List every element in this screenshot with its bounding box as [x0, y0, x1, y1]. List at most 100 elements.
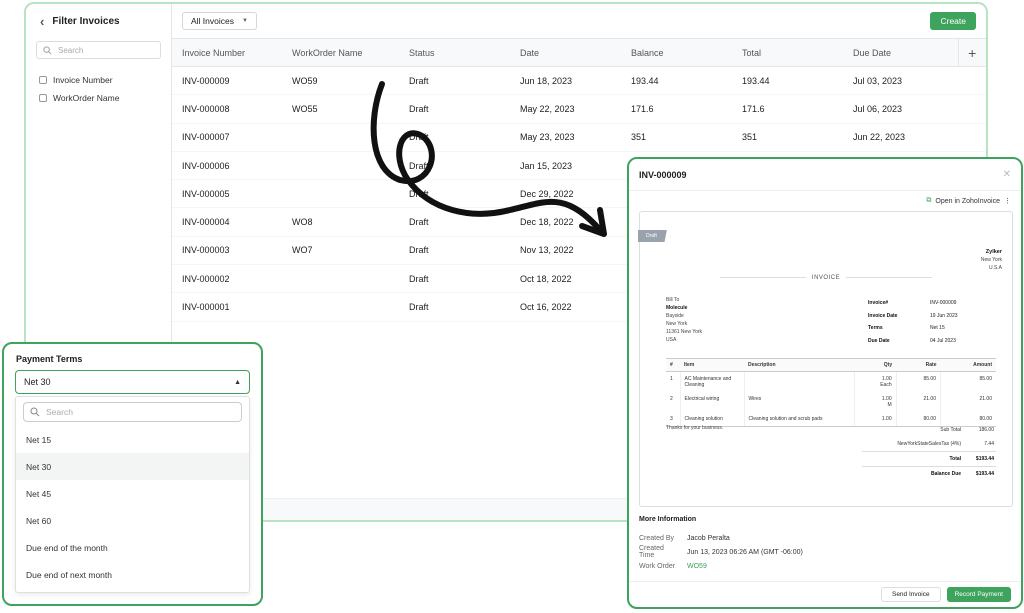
created-by-value: Jacob Peralta	[687, 534, 730, 542]
workorder-cell	[282, 151, 399, 181]
bill-to-label: Bill To	[666, 297, 680, 303]
column-header[interactable]: Invoice Number	[172, 38, 282, 67]
status-cell: Draft	[399, 94, 510, 124]
total-cell: 171.6	[732, 94, 843, 124]
status-cell: Draft	[399, 264, 510, 294]
org-city: New York	[980, 257, 1002, 263]
line-item: Electrical wiring	[679, 392, 744, 412]
total-cell: 351	[732, 123, 843, 152]
created-time-label: Created Time	[639, 545, 664, 559]
line-desc	[743, 371, 854, 392]
total-key: Balance Due	[862, 466, 964, 481]
invoice-number-cell: INV-000009	[172, 66, 282, 96]
row-spacer	[958, 123, 986, 152]
checkbox[interactable]	[39, 76, 47, 84]
meta-key: Terms	[868, 325, 883, 331]
line-col-header: Item	[680, 358, 744, 372]
record-payment-button[interactable]: Record Payment	[946, 587, 1011, 602]
work-order-link[interactable]: WO59	[687, 563, 707, 570]
table-row[interactable]: INV-000007 Draft May 23, 2023 351 351 Jun 22,…	[172, 123, 986, 152]
workorder-cell: WO55	[282, 94, 399, 124]
invoice-number-cell: INV-000004	[172, 207, 282, 237]
document-label-text: INVOICE	[811, 275, 841, 281]
meta-key: Due Date	[868, 337, 890, 344]
total-value: $193.44	[963, 466, 996, 481]
payment-term-option[interactable]: Net 60	[16, 507, 249, 534]
payment-terms-card: Payment Terms Net 30 ▲ Search Net 15 Net…	[2, 342, 263, 606]
total-key: Total	[862, 451, 964, 467]
status-ribbon: Draft	[638, 230, 667, 242]
row-spacer	[958, 66, 986, 96]
line-desc: Wires	[743, 392, 854, 412]
filter-option-workorder-name[interactable]: WorkOrder Name	[26, 89, 171, 107]
column-header[interactable]: Total	[732, 38, 843, 67]
more-options-icon[interactable]: ⋮	[1004, 197, 1011, 205]
bill-to-name: Molecule	[666, 305, 688, 311]
line-items-header: # Item Description Qty Rate Amount	[666, 358, 996, 372]
workorder-cell: WO59	[282, 66, 399, 96]
document-label: INVOICE	[640, 275, 1012, 281]
invoice-number-cell: INV-000001	[172, 292, 282, 322]
created-by-label: Created By	[639, 534, 675, 542]
view-dropdown[interactable]: All Invoices ▼	[182, 12, 257, 30]
search-icon	[30, 407, 40, 417]
balance-cell: 351	[621, 123, 732, 152]
balance-cell: 193.44	[621, 66, 732, 96]
thanks-note: Thanks for your business.	[666, 425, 724, 431]
table-row[interactable]: INV-000009 WO59 Draft Jun 18, 2023 193.44 193…	[172, 66, 986, 96]
invoice-number-cell: INV-000005	[172, 179, 282, 209]
filter-option-label: WorkOrder Name	[53, 93, 120, 103]
column-header[interactable]: WorkOrder Name	[282, 38, 399, 67]
created-time-row: Created Time Jun 13, 2023 06:26 AM (GMT …	[639, 545, 1009, 559]
total-key: Sub Total	[940, 427, 962, 433]
close-icon[interactable]: ✕	[1003, 169, 1011, 180]
more-information: More Information Created By Jacob Peralt…	[639, 516, 1009, 573]
create-button[interactable]: Create	[930, 12, 976, 30]
line-amount: 21.00	[940, 392, 996, 412]
column-header[interactable]: Due Date	[843, 38, 958, 67]
bill-to: Bill To Molecule Bayside New York 11361 …	[666, 296, 702, 344]
line-items-table: # Item Description Qty Rate Amount 1 AC …	[666, 358, 996, 427]
filter-title: Filter Invoices	[52, 16, 120, 27]
total-value: 186.00	[978, 427, 994, 433]
invoice-number-cell: INV-000006	[172, 151, 282, 181]
payment-term-option-selected[interactable]: Net 30	[16, 453, 249, 480]
payment-term-option[interactable]: Net 15	[16, 426, 249, 453]
line-col-header: Qty	[854, 358, 897, 372]
qty-unit: Each	[880, 382, 892, 388]
totals-table: Sub Total 186.00 NewYorkStateSalesTax (4%…	[862, 423, 996, 481]
created-by-row: Created By Jacob Peralta	[639, 531, 1009, 545]
open-in-zohoinvoice-link[interactable]: ⧉ Open in ZohoInvoice ⋮	[926, 197, 1011, 205]
filter-option-invoice-number[interactable]: Invoice Number	[26, 71, 171, 89]
due-date-cell: Jul 06, 2023	[843, 94, 958, 124]
payment-term-option[interactable]: Due end of next month	[16, 561, 249, 588]
meta-key: Invoice#	[868, 300, 889, 306]
line-col-header: Amount	[940, 358, 996, 372]
detail-title: INV-000009	[639, 169, 687, 180]
invoice-detail-panel: INV-000009 ✕ ⧉ Open in ZohoInvoice ⋮ Dra…	[627, 157, 1023, 609]
work-order-label: Work Order	[639, 562, 676, 570]
table-row[interactable]: INV-000008 WO55 Draft May 22, 2023 171.6 171.…	[172, 94, 986, 124]
invoice-number-cell: INV-000002	[172, 264, 282, 294]
column-header[interactable]: Balance	[621, 38, 732, 67]
payment-terms-search-placeholder: Search	[46, 407, 73, 417]
bill-to-line: Bayside	[666, 313, 684, 319]
payment-term-option[interactable]: Net 45	[16, 480, 249, 507]
checkbox[interactable]	[39, 94, 47, 102]
payment-terms-select[interactable]: Net 30 ▲	[15, 370, 250, 394]
payment-terms-search-input[interactable]: Search	[23, 402, 242, 422]
line-item-row: 1 AC Maintenance and Cleaning 1.00 Each 8…	[666, 371, 996, 392]
meta-value: 04 Jul 2023	[930, 337, 956, 344]
filter-search-input[interactable]: Search	[36, 41, 161, 59]
payment-term-option[interactable]: Due end of the month	[16, 534, 249, 561]
due-date-cell: Jun 22, 2023	[843, 123, 958, 152]
column-header[interactable]: Status	[399, 38, 510, 67]
back-arrow-icon[interactable]: ‹	[40, 14, 44, 29]
send-invoice-button[interactable]: Send Invoice	[880, 587, 941, 602]
add-column-plus-icon[interactable]: +	[957, 38, 986, 67]
meta-key: Invoice Date	[868, 312, 898, 319]
org-country: U.S.A	[988, 265, 1002, 271]
column-header[interactable]: Date	[510, 38, 621, 67]
line-qty: 1.00 Each	[853, 371, 897, 392]
date-cell: Nov 13, 2022	[510, 236, 621, 266]
